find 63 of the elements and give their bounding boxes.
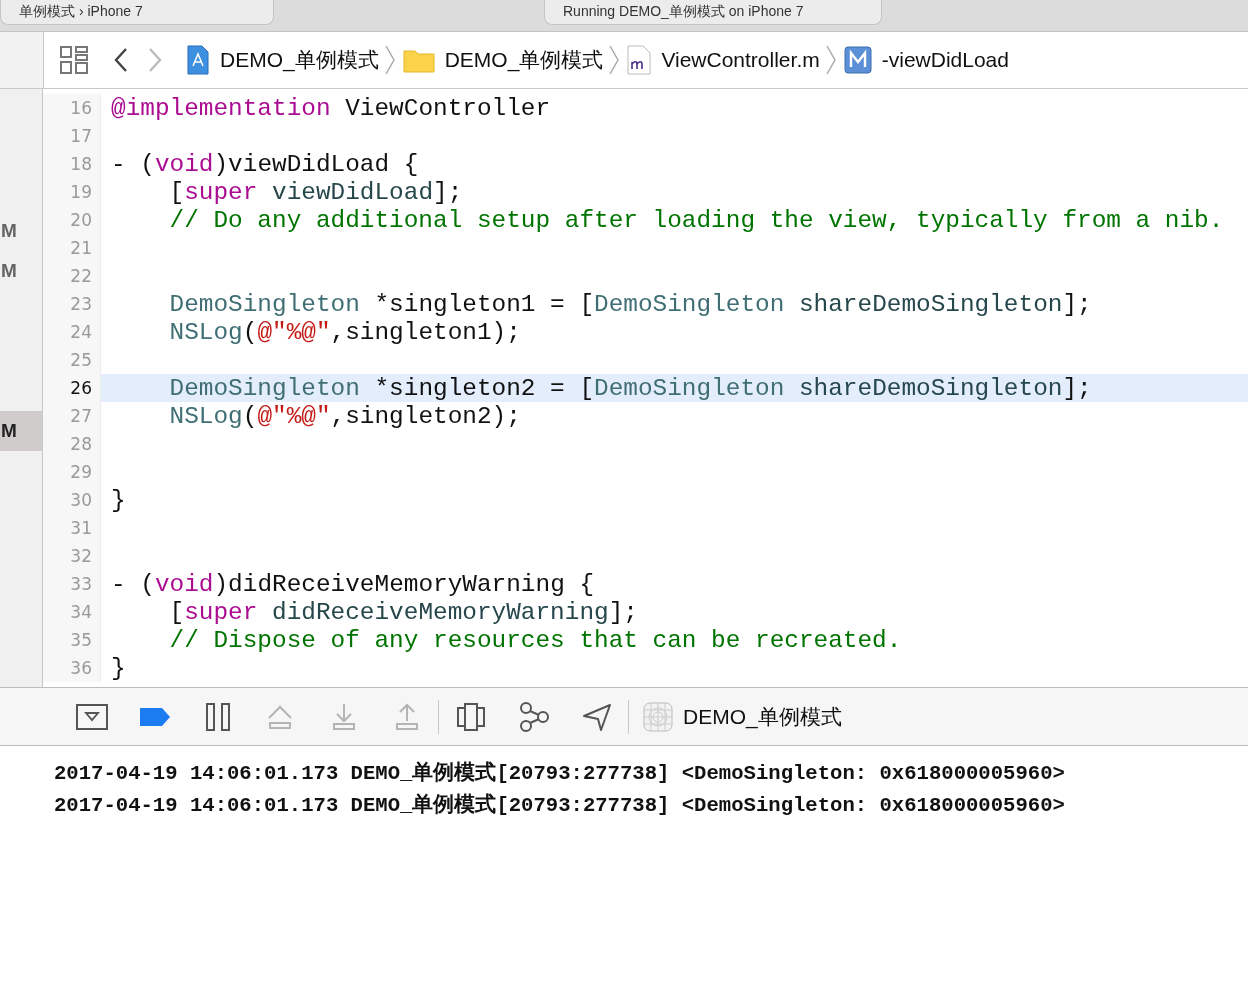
editor-tab[interactable]: 单例模式 › iPhone 7 <box>0 0 274 25</box>
project-file-icon <box>186 45 210 75</box>
line-number: 19 <box>43 178 101 206</box>
code-line: DemoSingleton *singleton1 = [DemoSingleton shareDemoSingleton]; <box>168 290 1093 318</box>
line-number: 35 <box>43 626 101 654</box>
method-icon <box>843 46 872 74</box>
line-number: 20 <box>43 206 101 234</box>
line-number: 28 <box>43 430 101 458</box>
chevron-icon <box>825 45 836 75</box>
chevron-icon <box>384 45 395 75</box>
modified-badge[interactable]: M <box>0 211 42 251</box>
line-number: 16 <box>43 94 101 122</box>
console-output-line: 2017-04-19 14:06:01.173 DEMO_单例模式[20793:277738] <DemoSingleton: 0x618000005960> <box>54 792 1066 819</box>
folder-icon <box>402 47 435 73</box>
line-number: 31 <box>43 514 101 542</box>
code-line: @implementation ViewController <box>110 94 552 122</box>
graph-icon <box>517 701 550 732</box>
chevron-icon <box>609 45 620 75</box>
step-out-icon <box>394 702 419 731</box>
code-line: [super didReceiveMemoryWarning]; <box>168 598 639 626</box>
source-file-icon <box>627 45 652 75</box>
line-number: 32 <box>43 542 101 570</box>
layers-icon <box>456 702 485 731</box>
grid-icon[interactable] <box>60 46 88 74</box>
line-number: 21 <box>43 234 101 262</box>
pause-icon <box>205 702 230 731</box>
code-line: } <box>110 654 127 682</box>
line-number: 24 <box>43 318 101 346</box>
code-line: [super viewDidLoad]; <box>168 178 464 206</box>
line-number: 17 <box>43 122 101 150</box>
line-number: 34 <box>43 598 101 626</box>
panel-toggle-icon <box>75 703 108 730</box>
code-line: // Dispose of any resources that can be recreated. <box>168 626 903 654</box>
line-number: 36 <box>43 654 101 682</box>
code-line: NSLog(@"%@",singleton1); <box>168 318 522 346</box>
path-item[interactable]: ViewController.m <box>661 48 820 72</box>
editor-tab[interactable]: Running DEMO_单例模式 on iPhone 7 <box>544 0 882 25</box>
target-name[interactable]: DEMO_单例模式 <box>683 702 842 731</box>
code-line: NSLog(@"%@",singleton2); <box>168 402 522 430</box>
path-item[interactable]: DEMO_单例模式 <box>444 46 604 74</box>
code-line: - (void)viewDidLoad { <box>110 150 420 178</box>
location-arrow-icon <box>581 702 612 731</box>
line-number: 25 <box>43 346 101 374</box>
path-item[interactable]: -viewDidLoad <box>881 48 1009 72</box>
console-output-line: 2017-04-19 14:06:01.173 DEMO_单例模式[20793:277738] <DemoSingleton: 0x618000005960> <box>54 760 1066 787</box>
path-item[interactable]: DEMO_单例模式 <box>220 46 379 74</box>
breakpoint-icon <box>139 706 170 727</box>
line-number: 26 <box>43 374 101 402</box>
line-number: 29 <box>43 458 101 486</box>
modified-badge[interactable]: M <box>0 411 42 451</box>
line-number: 27 <box>43 402 101 430</box>
app-icon <box>643 701 673 732</box>
step-in-icon <box>331 702 356 731</box>
modified-badge[interactable]: M <box>0 251 42 291</box>
code-line: } <box>110 486 127 514</box>
code-line: - (void)didReceiveMemoryWarning { <box>110 570 596 598</box>
line-number: 33 <box>43 570 101 598</box>
back-icon[interactable] <box>114 47 128 73</box>
line-number: 30 <box>43 486 101 514</box>
line-number: 23 <box>43 290 101 318</box>
code-line: // Do any additional setup after loading the view, typically from a nib. <box>168 206 1225 234</box>
line-number: 22 <box>43 262 101 290</box>
line-number: 18 <box>43 150 101 178</box>
